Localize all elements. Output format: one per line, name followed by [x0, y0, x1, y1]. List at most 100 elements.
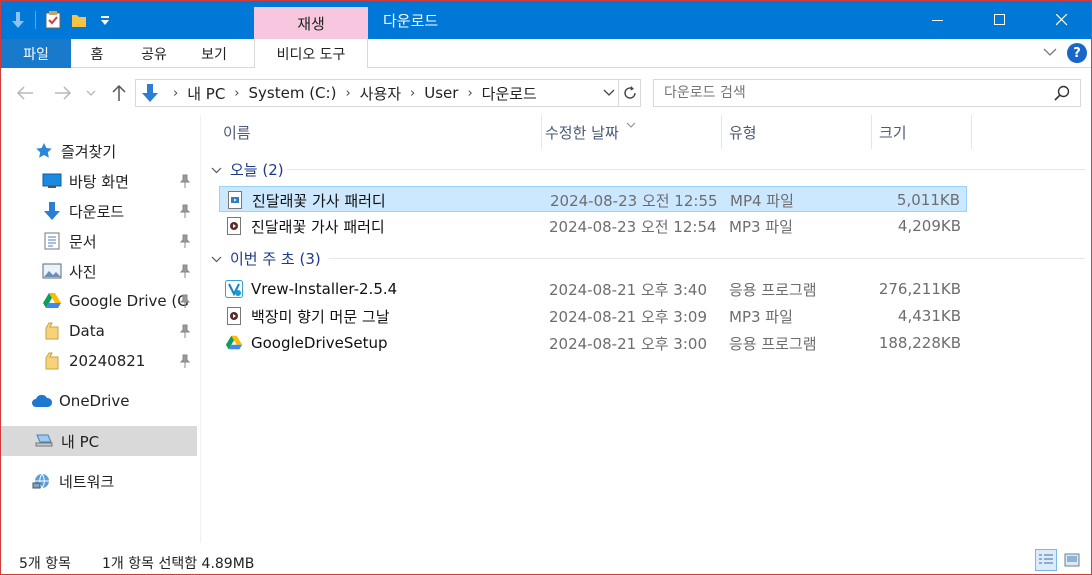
- up-button[interactable]: [107, 81, 131, 105]
- nav-item-label: 다운로드: [69, 202, 125, 221]
- column-header-date[interactable]: 수정한 날짜: [523, 115, 703, 149]
- back-button[interactable]: [13, 81, 37, 105]
- pin-icon[interactable]: [179, 354, 191, 372]
- file-name: 백장미 향기 머문 그날: [251, 307, 390, 326]
- breadcrumb-separator: ›: [234, 85, 240, 101]
- nav-item-pictures[interactable]: 사진: [1, 256, 197, 286]
- mp3-audio-icon: [225, 217, 243, 235]
- details-view-button[interactable]: [1035, 549, 1057, 571]
- nav-quick-access[interactable]: 즐겨찾기: [1, 136, 197, 166]
- star-icon: [33, 140, 55, 162]
- explorer-window: 재생 다운로드 파일 홈 공유 보기 비디오 도구 ? › 내 PC › Sys…: [0, 0, 1092, 575]
- customize-toolbar-icon[interactable]: [96, 11, 114, 29]
- file-date: 2024-08-23 오전 12:54: [549, 217, 717, 236]
- pictures-icon: [41, 260, 63, 282]
- breadcrumb-separator: ›: [410, 85, 416, 101]
- breadcrumb-system-drive[interactable]: System (C:): [249, 84, 337, 102]
- mp4-video-icon: [226, 191, 244, 209]
- file-row[interactable]: GoogleDriveSetup 2024-08-21 오후 3:00 응용 프…: [219, 330, 967, 356]
- nav-network[interactable]: 네트워크: [1, 466, 197, 496]
- refresh-button[interactable]: [619, 79, 641, 107]
- file-type: MP4 파일: [730, 191, 794, 210]
- nav-item-label: 20240821: [69, 352, 146, 370]
- download-arrow-icon[interactable]: [9, 11, 27, 29]
- address-bar[interactable]: › 내 PC › System (C:) › 사용자 › User › 다운로드: [135, 79, 619, 107]
- properties-icon[interactable]: [44, 11, 62, 29]
- folder-icon: [41, 350, 63, 372]
- group-header-earlier-this-week[interactable]: 이번 주 초 (3): [211, 247, 321, 269]
- pin-icon[interactable]: [179, 294, 191, 312]
- tab-share[interactable]: 공유: [133, 39, 175, 68]
- nav-item-documents[interactable]: 문서: [1, 226, 197, 256]
- pin-icon[interactable]: [179, 204, 191, 222]
- column-header-name[interactable]: 이름: [201, 115, 541, 149]
- file-size: 4,431KB: [897, 307, 961, 325]
- recent-locations-button[interactable]: [83, 81, 99, 105]
- file-name: Vrew-Installer-2.5.4: [251, 280, 398, 298]
- nav-this-pc[interactable]: 내 PC: [1, 426, 197, 456]
- nav-item-desktop[interactable]: 바탕 화면: [1, 166, 197, 196]
- file-type: MP3 파일: [729, 307, 793, 326]
- breadcrumb-separator: ›: [345, 85, 351, 101]
- new-folder-icon[interactable]: [70, 11, 88, 29]
- pin-icon[interactable]: [179, 234, 191, 252]
- file-type: 응용 프로그램: [729, 334, 817, 353]
- search-box[interactable]: [653, 79, 1081, 107]
- nav-item-data-folder[interactable]: Data: [1, 316, 197, 346]
- address-dropdown-button[interactable]: [599, 79, 619, 107]
- column-header-size[interactable]: 크기: [857, 115, 957, 149]
- breadcrumb-downloads[interactable]: 다운로드: [482, 83, 537, 104]
- group-divider: [287, 169, 1085, 170]
- maximize-button[interactable]: [969, 1, 1031, 39]
- tab-video-tools[interactable]: 비디오 도구: [254, 39, 368, 68]
- item-count: 5개 항목: [19, 556, 71, 572]
- nav-item-label: 바탕 화면: [69, 172, 129, 191]
- search-input[interactable]: [664, 85, 1044, 101]
- column-divider[interactable]: [971, 115, 972, 149]
- pin-icon[interactable]: [179, 264, 191, 282]
- column-header-type[interactable]: 유형: [707, 115, 857, 149]
- forward-button[interactable]: [51, 81, 75, 105]
- download-arrow-icon: [41, 200, 63, 222]
- context-tab-header: 재생: [254, 7, 368, 39]
- search-icon[interactable]: [1054, 85, 1070, 105]
- file-date: 2024-08-21 오후 3:40: [549, 280, 707, 299]
- nav-item-downloads[interactable]: 다운로드: [1, 196, 197, 226]
- large-icons-view-button[interactable]: [1061, 549, 1083, 571]
- document-icon: [41, 230, 63, 252]
- breadcrumb-separator: ›: [467, 85, 473, 101]
- expand-ribbon-icon[interactable]: [1043, 45, 1057, 61]
- tab-home[interactable]: 홈: [79, 39, 115, 68]
- quick-access-toolbar: [9, 9, 114, 31]
- pin-icon[interactable]: [179, 324, 191, 342]
- tab-file[interactable]: 파일: [1, 39, 71, 68]
- nav-item-label: Data: [69, 322, 105, 340]
- breadcrumb-this-pc[interactable]: 내 PC: [187, 83, 225, 104]
- group-divider: [329, 258, 1085, 259]
- breadcrumb-user[interactable]: User: [424, 84, 458, 102]
- nav-onedrive[interactable]: OneDrive: [1, 386, 197, 416]
- close-button[interactable]: [1031, 1, 1091, 39]
- help-icon[interactable]: ?: [1067, 43, 1087, 63]
- file-row[interactable]: 백장미 향기 머문 그날 2024-08-21 오후 3:09 MP3 파일 4…: [219, 303, 967, 329]
- nav-item-google-drive[interactable]: Google Drive (G: [1, 286, 197, 316]
- file-row[interactable]: 진달래꽃 가사 패러디 2024-08-23 오전 12:54 MP3 파일 4…: [219, 213, 967, 239]
- group-header-today[interactable]: 오늘 (2): [211, 158, 284, 180]
- file-size: 4,209KB: [897, 217, 961, 235]
- minimize-button[interactable]: [907, 1, 969, 39]
- file-name: GoogleDriveSetup: [251, 334, 388, 352]
- breadcrumb-users[interactable]: 사용자: [360, 83, 401, 104]
- onedrive-cloud-icon: [31, 390, 53, 412]
- nav-item-label: 사진: [69, 262, 97, 281]
- pin-icon[interactable]: [179, 174, 191, 192]
- file-row[interactable]: Vrew-Installer-2.5.4 2024-08-21 오후 3:40 …: [219, 276, 967, 302]
- file-row[interactable]: 진달래꽃 가사 패러디 2024-08-23 오전 12:55 MP4 파일 5…: [219, 186, 967, 212]
- google-drive-icon: [41, 290, 63, 312]
- nav-item-20240821-folder[interactable]: 20240821: [1, 346, 197, 376]
- tab-view[interactable]: 보기: [193, 39, 235, 68]
- selection-info: 1개 항목 선택함 4.89MB: [102, 556, 255, 572]
- file-size: 276,211KB: [878, 280, 961, 298]
- vrew-installer-icon: [225, 280, 243, 298]
- file-type: 응용 프로그램: [729, 280, 817, 299]
- sort-descending-icon: [626, 116, 636, 132]
